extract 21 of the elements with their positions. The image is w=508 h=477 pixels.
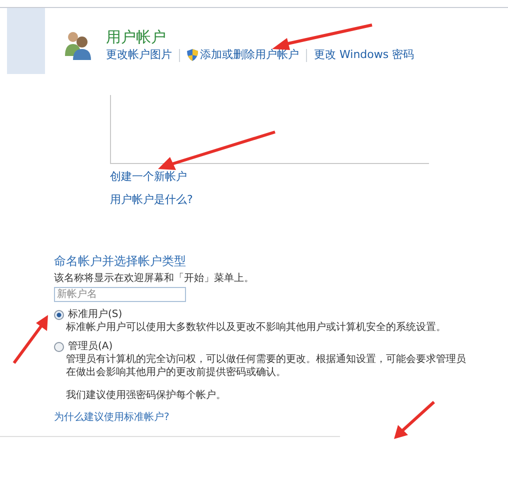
radio-button[interactable]	[54, 310, 64, 320]
hint-text: 该名称将显示在欢迎屏幕和「开始」菜单上。	[54, 273, 255, 285]
description-text: 管理员有计算机的完全访问权，可以做任何需要的更改。根据通知设置，可能会要求管理员在做出会影响其他用户的更改前提供密码或确认。	[66, 353, 466, 379]
radio-label: 管理员(A)	[68, 340, 113, 353]
radio-button[interactable]	[54, 342, 64, 352]
description-text: 标准帐户用户可以使用大多数软件以及更改不影响其他用户或计算机安全的系统设置。	[66, 321, 447, 334]
help-link[interactable]: 为什么建议使用标准帐户?	[54, 412, 170, 424]
link[interactable]: 创建一个新帐户	[110, 170, 187, 184]
link[interactable]: 用户帐户是什么?	[110, 193, 193, 207]
sidebar-panel	[7, 8, 45, 74]
account-name-field[interactable]: 新帐户名	[54, 287, 186, 302]
section-title: 用户帐户	[106, 28, 166, 46]
note-text: 我们建议使用强密码保护每个帐户。	[66, 389, 227, 402]
link[interactable]: 添加或删除用户帐户	[200, 48, 299, 62]
arrow-drawing	[12, 315, 48, 364]
users-icon	[65, 30, 91, 60]
form-title: 命名帐户并选择帐户类型	[54, 254, 187, 269]
arrow-drawing	[394, 400, 435, 439]
link[interactable]: 更改 Windows 密码	[314, 48, 414, 62]
radio-label: 标准用户(S)	[68, 308, 122, 321]
link[interactable]: 更改帐户图片	[106, 48, 172, 62]
